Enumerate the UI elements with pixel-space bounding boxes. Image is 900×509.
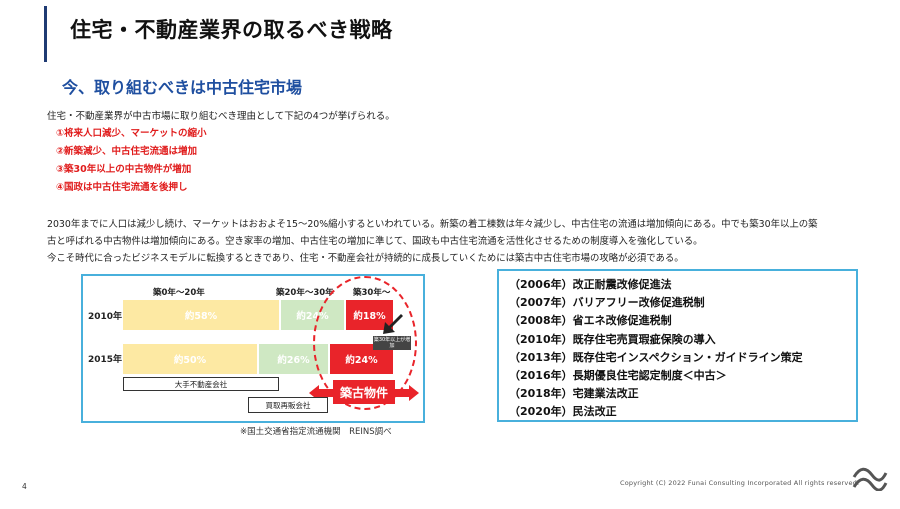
law-item: （2016年）長期優良住宅認定制度＜中古＞: [509, 368, 727, 382]
law-item: （2018年）宅建業法改正: [509, 387, 639, 401]
column-header: 築20年〜30年: [276, 288, 334, 298]
body-line: 2030年までに人口は減少し続け、マーケットはおおよそ15〜20%縮小するといわ…: [47, 219, 818, 230]
law-list: （2006年）改正耐震改修促進法 （2007年）バリアフリー改修促進税制 （20…: [497, 269, 858, 422]
reason-item: ③築30年以上の中古物件が増加: [56, 164, 192, 175]
down-left-arrow-icon: [383, 314, 403, 334]
row-label-2010: 2010年: [88, 312, 123, 322]
company-logo-icon: [852, 467, 888, 491]
large-realestate-box: 大手不動産会社: [123, 377, 279, 391]
title-accent-bar: [44, 6, 47, 62]
reason-item: ④国政は中古住宅流通を後押し: [56, 182, 188, 193]
bar-segment: 約58%: [123, 300, 279, 330]
copyright-text: Copyright (C) 2022 Funai Consulting Inco…: [620, 479, 860, 487]
column-header: 築0年〜20年: [153, 288, 205, 298]
law-item: （2020年）民法改正: [509, 405, 617, 419]
chart-source: ※国土交通省指定流通機関 REINS調べ: [240, 427, 392, 437]
page-title: 住宅・不動産業界の取るべき戦略: [70, 18, 393, 42]
page-number: 4: [22, 482, 27, 491]
bar-segment: 約50%: [123, 344, 257, 374]
reason-item: ②新築減少、中古住宅流通は増加: [56, 146, 198, 157]
reason-list: ①将来人口減少、マーケットの縮小 ②新築減少、中古住宅流通は増加 ③築30年以上…: [56, 125, 207, 197]
law-item: （2010年）既存住宅売買瑕疵保険の導入: [509, 332, 716, 346]
reason-item: ①将来人口減少、マーケットの縮小: [56, 128, 207, 139]
section-subtitle: 今、取り組むべきは中古住宅市場: [62, 78, 303, 97]
body-line: 古と呼ばれる中古物件は増加傾向にある。空き家率の増加、中古住宅の増加に準じて、国…: [47, 236, 703, 247]
body-line: 今こそ時代に合ったビジネスモデルに転換するときであり、住宅・不動産会社が持続的に…: [47, 253, 684, 264]
intro-text: 住宅・不動産業界が中古市場に取り組むべき理由として下記の4つが挙げられる。: [47, 111, 395, 122]
law-item: （2006年）改正耐震改修促進法: [509, 278, 672, 291]
body-paragraph: 2030年までに人口は減少し続け、マーケットはおおよそ15〜20%縮小するといわ…: [47, 216, 877, 267]
kuko-label: 築古物件: [333, 380, 395, 404]
law-item: （2013年）既存住宅インスペクション・ガイドライン策定: [509, 350, 803, 364]
increase-annotation: 築30年以上が増加: [373, 336, 411, 350]
law-item: （2007年）バリアフリー改修促進税制: [509, 296, 705, 310]
resale-company-box: 買取再販会社: [248, 397, 328, 413]
law-item: （2008年）省エネ改修促進税制: [509, 314, 672, 328]
stock-chart: 築0年〜20年 築20年〜30年 築30年〜 2010年 2015年 約58% 約…: [81, 274, 425, 423]
row-label-2015: 2015年: [88, 355, 123, 365]
